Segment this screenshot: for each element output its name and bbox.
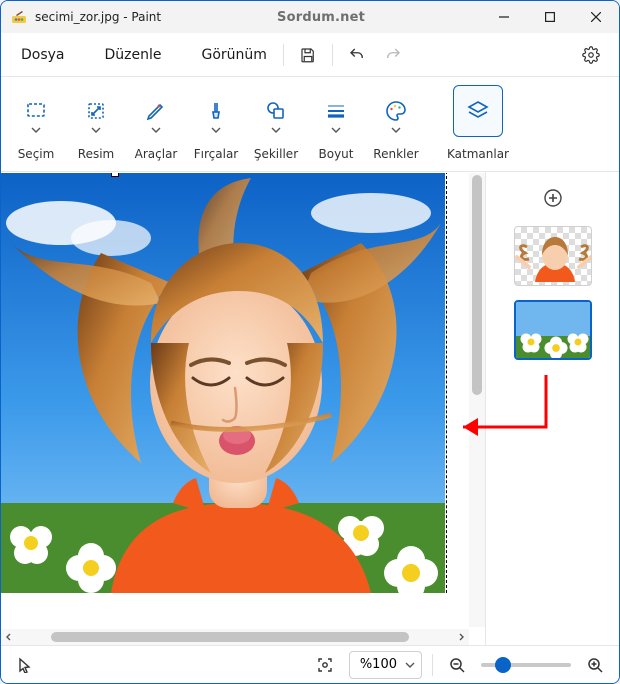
select-label: Seçim: [18, 147, 55, 161]
work-area: [1, 172, 619, 645]
status-bar: %100: [1, 645, 619, 683]
titlebar: secimi_zor.jpg - Paint Sordum.net: [1, 1, 619, 33]
menubar: Dosya Düzenle Görünüm: [1, 33, 619, 77]
zoom-out-icon: [449, 657, 465, 673]
tools-button[interactable]: [131, 85, 181, 137]
separator: [332, 44, 333, 66]
zoom-slider-knob[interactable]: [495, 657, 511, 673]
selection-rectangle[interactable]: [1, 173, 445, 593]
scrollbar-thumb[interactable]: [472, 175, 482, 395]
cursor-tool-button[interactable]: [11, 651, 39, 679]
fit-screen-button[interactable]: [311, 651, 339, 679]
layers-panel: [485, 172, 619, 645]
colors-button[interactable]: [371, 85, 421, 137]
image-tool-button[interactable]: [71, 85, 121, 137]
ribbon-toolbar: Seçim Resim Araçlar Fırçalar: [1, 77, 619, 172]
tools-label: Araçlar: [135, 147, 178, 161]
menu-view[interactable]: Görünüm: [192, 39, 277, 71]
palette-icon: [384, 99, 408, 123]
window-buttons: [481, 1, 619, 33]
layers-button[interactable]: [453, 85, 503, 137]
chevron-down-icon: [271, 127, 281, 133]
save-button[interactable]: [290, 39, 326, 71]
fit-icon: [316, 656, 334, 674]
zoom-in-button[interactable]: [581, 651, 609, 679]
paint-window: secimi_zor.jpg - Paint Sordum.net Dosya …: [0, 0, 620, 684]
zoom-in-icon: [587, 657, 603, 673]
chevron-down-icon: [211, 127, 221, 133]
size-label: Boyut: [319, 147, 354, 161]
cursor-icon: [17, 657, 33, 673]
zoom-slider[interactable]: [481, 663, 571, 667]
add-layer-button[interactable]: [539, 184, 567, 212]
selection-icon: [24, 99, 48, 123]
layer-thumbnail-2[interactable]: [514, 300, 592, 360]
maximize-button[interactable]: [527, 1, 573, 33]
zoom-select[interactable]: %100: [349, 651, 422, 679]
watermark-text: Sordum.net: [161, 10, 481, 25]
resize-icon: [84, 99, 108, 123]
undo-button[interactable]: [339, 39, 375, 71]
chevron-down-icon: [151, 127, 161, 133]
redo-button[interactable]: [375, 39, 411, 71]
horizontal-scrollbar[interactable]: [1, 629, 469, 645]
selection-handle[interactable]: [111, 172, 119, 177]
chevron-down-icon: [405, 662, 415, 668]
close-button[interactable]: [573, 1, 619, 33]
shapes-icon: [264, 99, 288, 123]
scroll-left-button[interactable]: [1, 629, 17, 645]
pencil-icon: [144, 99, 168, 123]
menu-file[interactable]: Dosya: [11, 39, 75, 71]
brushes-button[interactable]: [191, 85, 241, 137]
layers-label: Katmanlar: [447, 147, 509, 161]
separator: [432, 654, 433, 676]
window-title: secimi_zor.jpg - Paint: [35, 10, 161, 24]
select-tool-button[interactable]: [11, 85, 61, 137]
canvas-viewport: [1, 172, 485, 645]
menu-edit[interactable]: Düzenle: [95, 39, 172, 71]
plus-icon: [544, 189, 562, 207]
image-label: Resim: [78, 147, 114, 161]
stroke-size-icon: [324, 99, 348, 123]
chevron-down-icon: [331, 127, 341, 133]
separator: [283, 44, 284, 66]
vertical-scrollbar[interactable]: [469, 173, 485, 627]
paint-app-icon: [11, 9, 27, 25]
chevron-down-icon: [391, 127, 401, 133]
settings-button[interactable]: [573, 39, 609, 71]
zoom-value: %100: [360, 657, 397, 672]
shapes-label: Şekiller: [254, 147, 298, 161]
scroll-right-button[interactable]: [453, 629, 469, 645]
scrollbar-thumb[interactable]: [51, 632, 409, 642]
brush-icon: [204, 99, 228, 123]
layer-thumbnail-1[interactable]: [514, 226, 592, 286]
chevron-down-icon: [31, 127, 41, 133]
layers-icon: [466, 99, 490, 123]
shapes-button[interactable]: [251, 85, 301, 137]
zoom-out-button[interactable]: [443, 651, 471, 679]
chevron-down-icon: [91, 127, 101, 133]
brushes-label: Fırçalar: [194, 147, 238, 161]
size-button[interactable]: [311, 85, 361, 137]
colors-label: Renkler: [373, 147, 418, 161]
minimize-button[interactable]: [481, 1, 527, 33]
